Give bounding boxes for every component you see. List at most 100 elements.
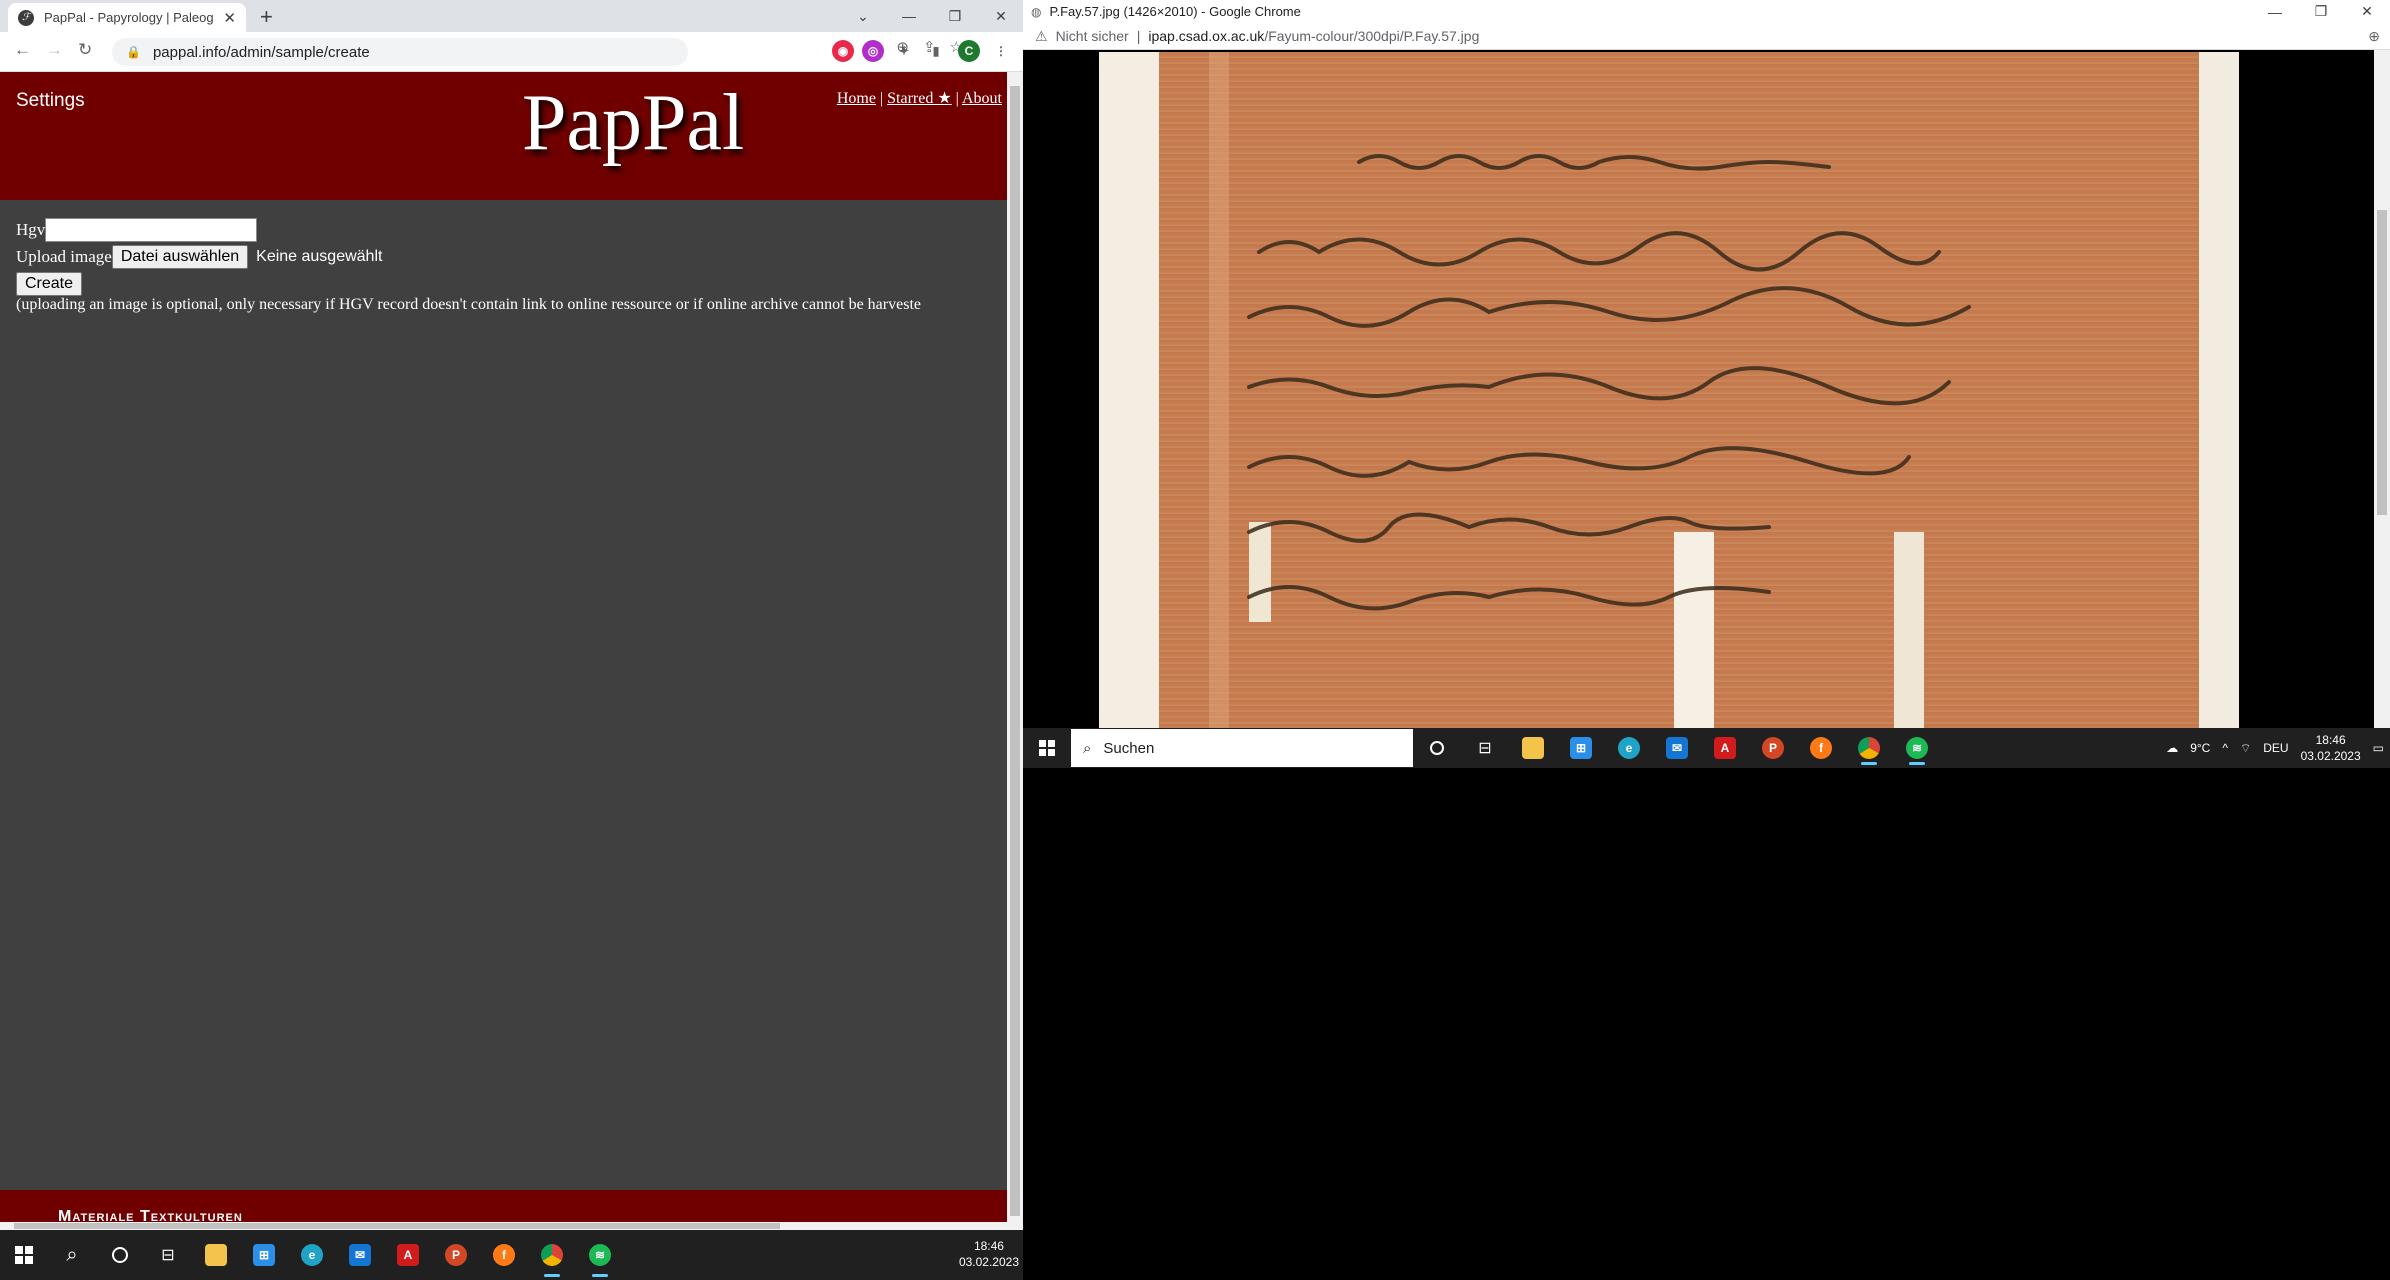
- vertical-scrollbar[interactable]: [1007, 72, 1023, 1230]
- address-bar[interactable]: ⚠ Nicht sicher | ipap.csad.ox.ac.uk/Fayu…: [1023, 23, 2390, 50]
- clock-time: 18:46: [973, 1239, 1004, 1253]
- mail-icon[interactable]: ✉: [1653, 728, 1701, 768]
- profile-avatar[interactable]: C: [958, 40, 980, 62]
- url-host: ipap.csad.ox.ac.uk: [1148, 28, 1265, 44]
- back-icon[interactable]: ←: [14, 40, 31, 60]
- task-view-icon[interactable]: ⊟: [144, 1230, 192, 1280]
- extensions-puzzle-icon[interactable]: ✦: [893, 40, 915, 62]
- cortana-icon[interactable]: [1413, 728, 1461, 768]
- file-explorer-icon[interactable]: [192, 1230, 240, 1280]
- choose-file-button[interactable]: Datei auswählen: [111, 244, 249, 269]
- reload-icon[interactable]: ↻: [78, 40, 92, 60]
- powerpoint-icon[interactable]: P: [432, 1230, 480, 1280]
- starred-link[interactable]: Starred ★: [887, 90, 952, 107]
- store-icon[interactable]: ⊞: [1557, 728, 1605, 768]
- file-explorer-icon[interactable]: [1509, 728, 1557, 768]
- forward-icon[interactable]: →: [46, 40, 63, 60]
- upload-note: (uploading an image is optional, only ne…: [16, 296, 921, 313]
- search-icon: ⌕: [1083, 739, 1092, 757]
- spotify-icon[interactable]: ≋: [576, 1230, 624, 1280]
- weather-cloud-icon[interactable]: ☁: [2166, 741, 2178, 755]
- nav-separator: |: [879, 90, 884, 107]
- close-window-icon[interactable]: ✕: [978, 0, 1023, 32]
- edge-icon[interactable]: e: [1605, 728, 1653, 768]
- page-footer: Materiale Textkulturen: [0, 1190, 1007, 1222]
- weather-temp[interactable]: 9°C: [2190, 741, 2210, 755]
- title-bar: ◍ P.Fay.57.jpg (1426×2010) - Google Chro…: [1023, 0, 2390, 23]
- extension-icon[interactable]: ◉: [832, 40, 854, 62]
- home-link[interactable]: Home: [837, 90, 876, 107]
- firefox-icon[interactable]: f: [480, 1230, 528, 1280]
- horizontal-scrollbar[interactable]: [0, 1222, 1007, 1230]
- new-tab-icon[interactable]: +: [260, 4, 273, 30]
- minimize-icon[interactable]: —: [2252, 0, 2298, 23]
- address-bar: ← → ↻ 🔒 pappal.info/admin/sample/create …: [0, 32, 1023, 72]
- clock-date: 03.02.2023: [2300, 749, 2361, 763]
- system-tray: ☁ 9°C ^ ⌔ DEU 18:46 03.02.2023 ▭: [2166, 728, 2384, 768]
- firefox-icon[interactable]: f: [1797, 728, 1845, 768]
- window-title: P.Fay.57.jpg (1426×2010) - Google Chrome: [1049, 4, 1301, 19]
- hgv-input[interactable]: [45, 217, 258, 242]
- zoom-icon[interactable]: ⊕: [2368, 28, 2380, 45]
- restore-icon[interactable]: ❐: [932, 0, 978, 32]
- spotify-icon[interactable]: ≋: [1893, 728, 1941, 768]
- side-panel-icon[interactable]: ▮: [925, 40, 947, 62]
- notification-icon[interactable]: ▭: [2373, 741, 2384, 755]
- store-icon[interactable]: ⊞: [240, 1230, 288, 1280]
- browser-tab[interactable]: ℱ PapPal - Papyrology | Paleography ✕: [8, 3, 246, 32]
- pappal-favicon-icon: ℱ: [18, 9, 34, 26]
- menu-icon[interactable]: ⋮: [990, 40, 1012, 62]
- taskbar-search-box[interactable]: ⌕ Suchen: [1071, 729, 1413, 767]
- windows-start-icon[interactable]: [1023, 728, 1071, 768]
- lock-icon: 🔒: [126, 45, 141, 59]
- pappal-page: Settings PapPal Home | Starred ★ | About…: [0, 72, 1007, 1222]
- no-file-selected-text: Keine ausgewählt: [256, 247, 383, 265]
- close-window-icon[interactable]: ✕: [2344, 0, 2390, 23]
- clock-time: 18:46: [2315, 733, 2346, 747]
- right-browser-window: ◍ P.Fay.57.jpg (1426×2010) - Google Chro…: [1023, 0, 2390, 728]
- clock[interactable]: 18:46 03.02.2023: [2301, 732, 2361, 764]
- search-placeholder: Suchen: [1103, 739, 1155, 757]
- close-tab-icon[interactable]: ✕: [223, 9, 236, 27]
- windows-start-icon[interactable]: [0, 1230, 48, 1280]
- clock[interactable]: 18:46 03.02.2023: [959, 1238, 1019, 1270]
- vertical-scrollbar[interactable]: [2374, 50, 2390, 728]
- edge-icon[interactable]: e: [288, 1230, 336, 1280]
- tab-title: PapPal - Papyrology | Paleography: [44, 10, 214, 25]
- mail-icon[interactable]: ✉: [336, 1230, 384, 1280]
- task-view-icon[interactable]: ⊟: [1461, 728, 1509, 768]
- window-controls: — ❐ ✕: [2252, 0, 2390, 23]
- powerpoint-icon[interactable]: P: [1749, 728, 1797, 768]
- window-controls: ⌄ — ❐ ✕: [840, 0, 1023, 32]
- nav-separator: |: [955, 90, 959, 107]
- right-taskbar: ⌕ Suchen ⊟ ⊞ e ✉ A P f ≋ ☁ 9°C ^ ⌔ DEU 1…: [1023, 728, 2390, 768]
- hgv-label: Hgv: [16, 219, 46, 239]
- about-link[interactable]: About: [962, 90, 1002, 107]
- footer-text: Materiale Textkulturen: [58, 1208, 243, 1222]
- chrome-icon[interactable]: [1845, 728, 1893, 768]
- omnibox[interactable]: 🔒 pappal.info/admin/sample/create: [112, 38, 688, 66]
- security-text: Nicht sicher: [1055, 28, 1129, 44]
- pappal-logo: PapPal: [522, 79, 745, 167]
- bottom-taskbar: ⌕ ⊟ ⊞ e ✉ A P f ≋ 18:46 03.02.2023: [0, 1230, 1023, 1280]
- page-header: Settings PapPal Home | Starred ★ | About: [0, 72, 1007, 200]
- divider: |: [1136, 28, 1141, 44]
- tab-search-icon[interactable]: ⌄: [840, 0, 886, 32]
- restore-icon[interactable]: ❐: [2298, 0, 2344, 23]
- network-icon[interactable]: ⌔: [2240, 741, 2251, 756]
- acrobat-icon[interactable]: A: [1701, 728, 1749, 768]
- acrobat-icon[interactable]: A: [384, 1230, 432, 1280]
- upload-image-label: Upload image: [16, 246, 112, 266]
- toolbar-icons: ⇄ ⊕ ⇪ ☆: [870, 38, 963, 56]
- left-browser-window: ℱ PapPal - Papyrology | Paleography ✕ + …: [0, 0, 1023, 1230]
- create-button[interactable]: Create: [16, 271, 83, 296]
- chevron-up-icon[interactable]: ^: [2222, 741, 2228, 755]
- minimize-icon[interactable]: —: [886, 0, 932, 32]
- cortana-icon[interactable]: [96, 1230, 144, 1280]
- papyrus-image: [1099, 52, 2295, 728]
- lang-indicator[interactable]: DEU: [2263, 741, 2288, 755]
- chrome-icon[interactable]: [528, 1230, 576, 1280]
- settings-link[interactable]: Settings: [16, 90, 85, 112]
- extension-icon[interactable]: ◎: [862, 40, 884, 62]
- search-icon[interactable]: ⌕: [48, 1230, 96, 1280]
